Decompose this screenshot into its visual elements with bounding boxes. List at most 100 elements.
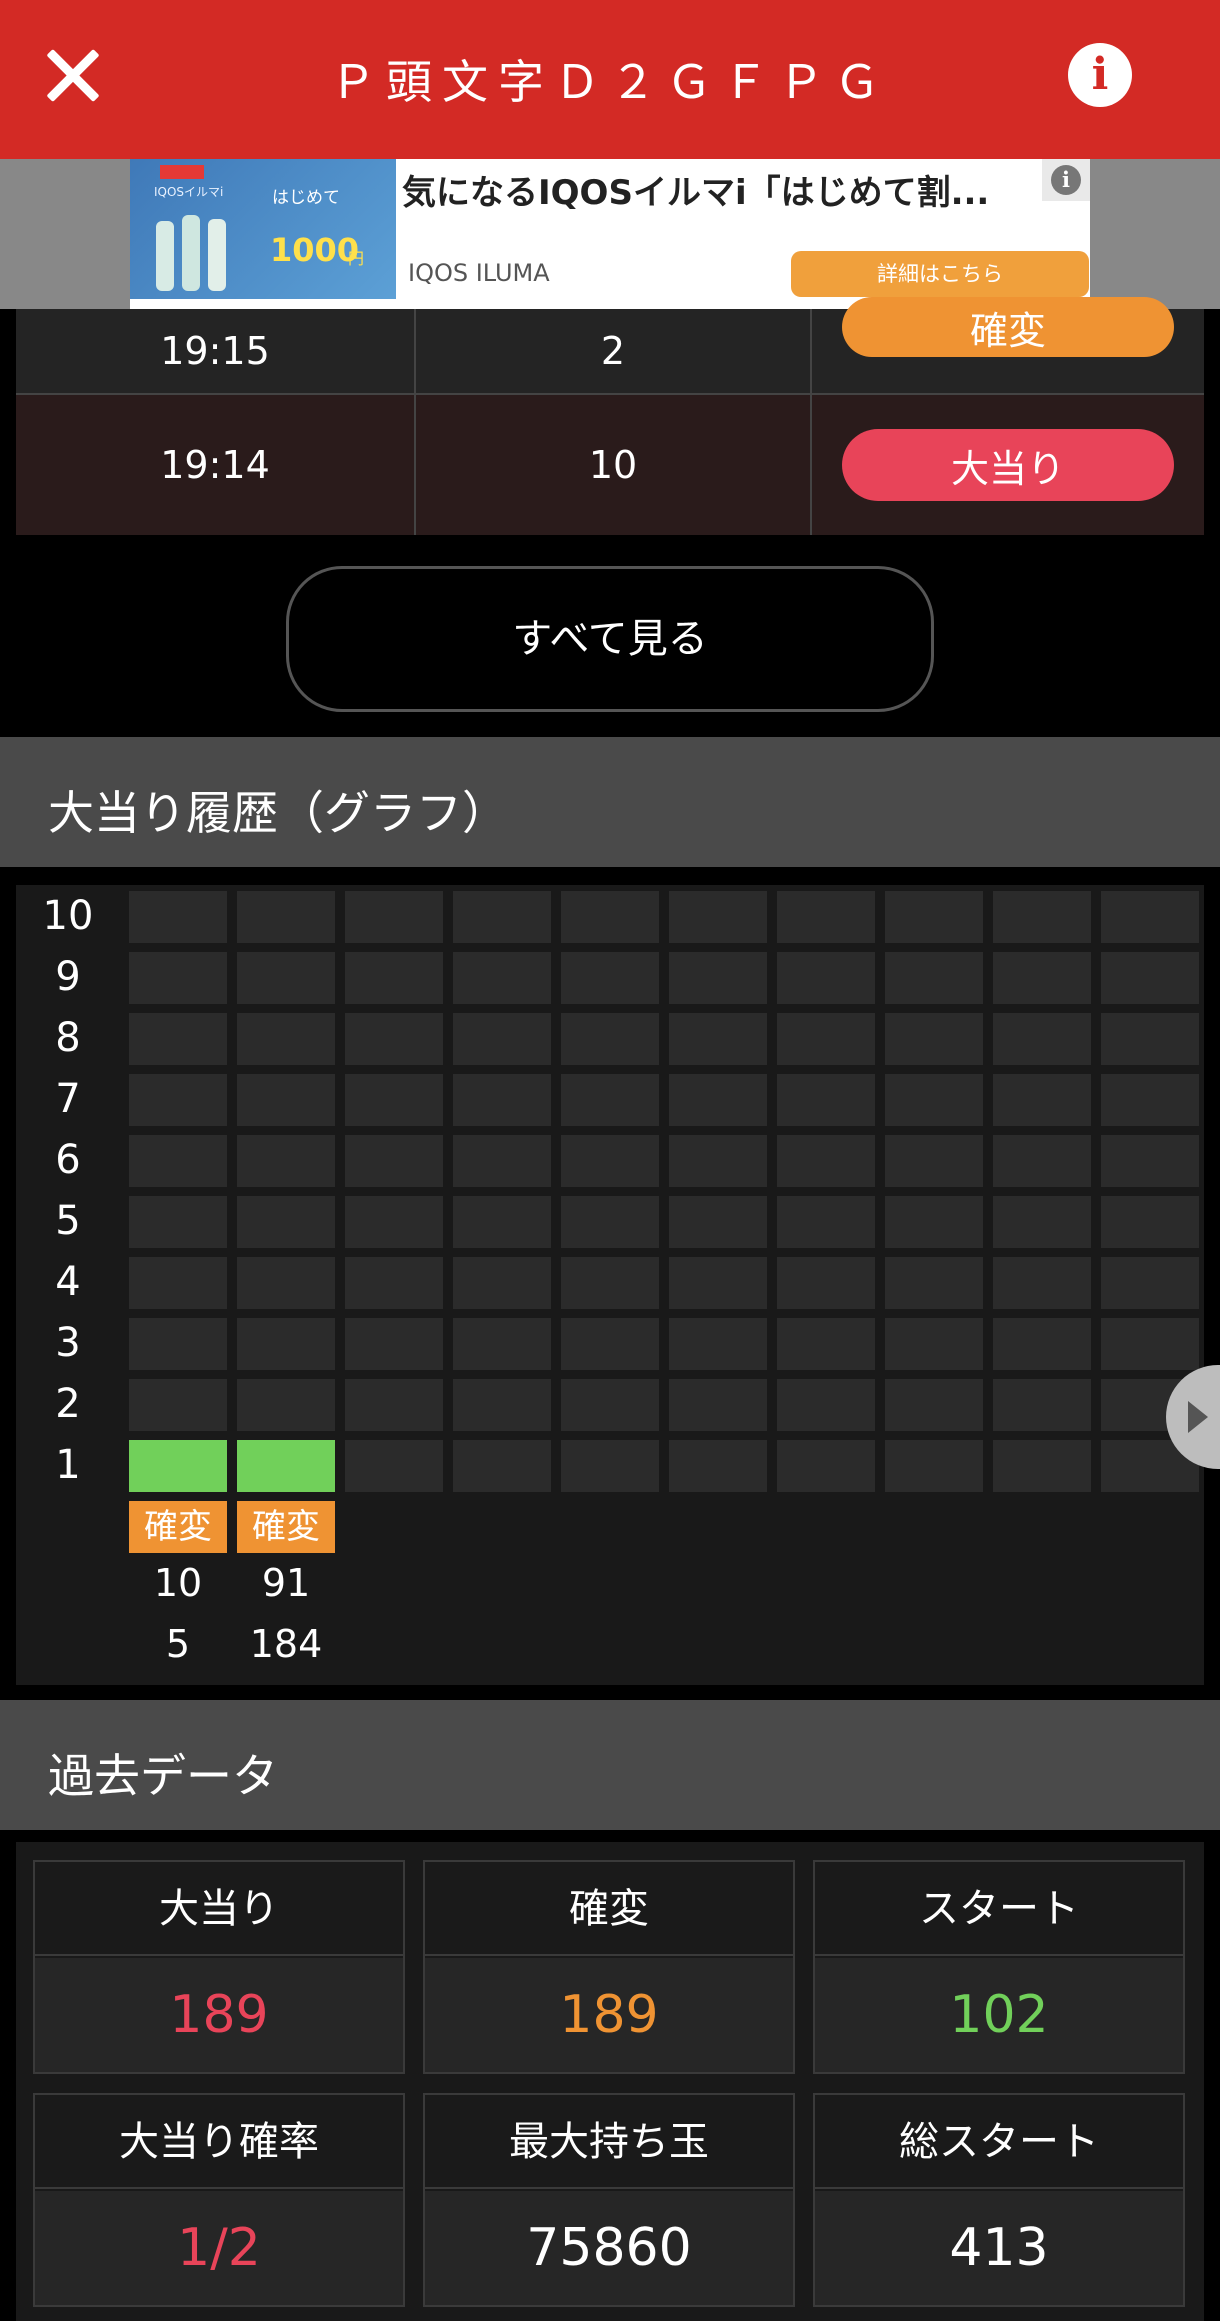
graph-cell (453, 1440, 551, 1492)
graph-cell (561, 891, 659, 943)
stat-label: 大当り (35, 1862, 403, 1956)
stat-label: スタート (815, 1862, 1183, 1956)
graph-cell (237, 1379, 335, 1431)
graph-tag: 確変 (129, 1501, 227, 1553)
graph-cell (561, 952, 659, 1004)
graph-cell (1101, 1318, 1199, 1370)
graph-cell (345, 1013, 443, 1065)
graph-cell (237, 1074, 335, 1126)
graph-cell (993, 1379, 1091, 1431)
graph-cell (237, 891, 335, 943)
graph-value: 5 (165, 1622, 191, 1666)
graph-cell (885, 1074, 983, 1126)
stat-card: 最大持ち玉 75860 (423, 2093, 795, 2307)
y-axis-label: 3 (55, 1320, 81, 1366)
y-axis-label: 4 (55, 1259, 81, 1305)
graph-cell (129, 1013, 227, 1065)
graph-cell (885, 1013, 983, 1065)
graph-cell (777, 1013, 875, 1065)
graph-cell (237, 952, 335, 1004)
stat-value: 75860 (425, 2191, 793, 2305)
graph-cell (1101, 952, 1199, 1004)
graph-cell (1101, 1135, 1199, 1187)
graph-cell (669, 1196, 767, 1248)
graph-cell (993, 1074, 1091, 1126)
graph-cell (885, 891, 983, 943)
graph-cell (561, 1013, 659, 1065)
result-cell: 大当り (812, 395, 1204, 535)
graph-cell (885, 1257, 983, 1309)
graph-cell (237, 1135, 335, 1187)
stat-value: 1/2 (35, 2191, 403, 2305)
graph-cell (885, 1196, 983, 1248)
result-badge: 確変 (842, 297, 1174, 357)
page: Ｐ頭文字Ｄ２ＧＦＰＧ i IQOSイルマi はじめて 1000 円 気になるIQ… (0, 0, 1220, 2321)
past-data-grid: 大当り 189 確変 189 スタート 102 大当り確率 1/2 最大持ち玉 75860 総スター… (16, 1842, 1204, 2321)
graph-cell (453, 1074, 551, 1126)
graph-cell (669, 891, 767, 943)
graph-cell (237, 1257, 335, 1309)
y-axis-label: 8 (55, 1015, 81, 1061)
page-title: Ｐ頭文字Ｄ２ＧＦＰＧ (330, 55, 890, 109)
graph-cell (1101, 1196, 1199, 1248)
graph-cell (993, 1440, 1091, 1492)
graph-cell (777, 1257, 875, 1309)
ad-cta-button[interactable]: 詳細はこちら (791, 251, 1089, 297)
graph-cell (129, 1440, 227, 1492)
graph-cell (561, 1196, 659, 1248)
graph-cell (885, 952, 983, 1004)
count-cell: 10 (416, 395, 810, 535)
ad-image[interactable]: IQOSイルマi はじめて 1000 円 (130, 159, 396, 299)
graph-cell (453, 1013, 551, 1065)
graph-cell (885, 1440, 983, 1492)
graph-cell (345, 1257, 443, 1309)
time-cell: 19:15 (16, 309, 414, 393)
graph-cell (237, 1440, 335, 1492)
graph-cell (129, 952, 227, 1004)
stat-value: 189 (35, 1958, 403, 2072)
ad-banner[interactable]: IQOSイルマi はじめて 1000 円 気になるIQOSイルマi「はじめて割.… (130, 159, 1090, 309)
graph-cell (129, 1196, 227, 1248)
y-axis-label: 6 (55, 1137, 81, 1183)
count-cell: 2 (416, 309, 810, 393)
info-icon[interactable]: i (1068, 43, 1132, 107)
history-table: 19:15 2 確変 19:14 10 大当り (16, 297, 1204, 535)
stat-value: 102 (815, 1958, 1183, 2072)
graph-cell (561, 1379, 659, 1431)
graph-cell (453, 1318, 551, 1370)
graph-cell (669, 1379, 767, 1431)
ad-image-brand: IQOSイルマi (154, 185, 224, 199)
graph-cell (993, 1135, 1091, 1187)
graph-cell (885, 1135, 983, 1187)
table-row: 19:15 2 確変 (16, 297, 1204, 393)
section-title: 大当り履歴（グラフ） (48, 786, 508, 840)
device-illustration (156, 211, 248, 291)
history-graph[interactable]: 10 9 8 7 6 5 4 3 2 1 確変 10 5 確変 91 184 (16, 885, 1204, 1685)
graph-cell (453, 891, 551, 943)
graph-cell (669, 1074, 767, 1126)
close-icon[interactable] (34, 38, 110, 114)
stat-card: スタート 102 (813, 1860, 1185, 2074)
graph-cell (1101, 891, 1199, 943)
graph-cell (777, 1135, 875, 1187)
graph-cell (237, 1013, 335, 1065)
graph-tag: 確変 (237, 1501, 335, 1553)
stat-label: 確変 (425, 1862, 793, 1956)
graph-cell (993, 1318, 1091, 1370)
graph-cell (669, 1318, 767, 1370)
graph-cell (345, 891, 443, 943)
stat-card: 大当り 189 (33, 1860, 405, 2074)
ad-headline[interactable]: 気になるIQOSイルマi「はじめて割... (402, 165, 1022, 214)
graph-cell (993, 891, 1091, 943)
see-all-button[interactable]: すべて見る (286, 566, 934, 712)
ad-image-badge: はじめて (272, 188, 340, 208)
stat-value: 413 (815, 2191, 1183, 2305)
graph-cell (453, 1257, 551, 1309)
y-axis-label: 10 (42, 893, 94, 939)
ad-info-button[interactable]: i (1042, 159, 1090, 201)
graph-cell (993, 1196, 1091, 1248)
graph-cell (777, 1318, 875, 1370)
graph-cell (345, 952, 443, 1004)
graph-cell (453, 1135, 551, 1187)
graph-cell (777, 1196, 875, 1248)
